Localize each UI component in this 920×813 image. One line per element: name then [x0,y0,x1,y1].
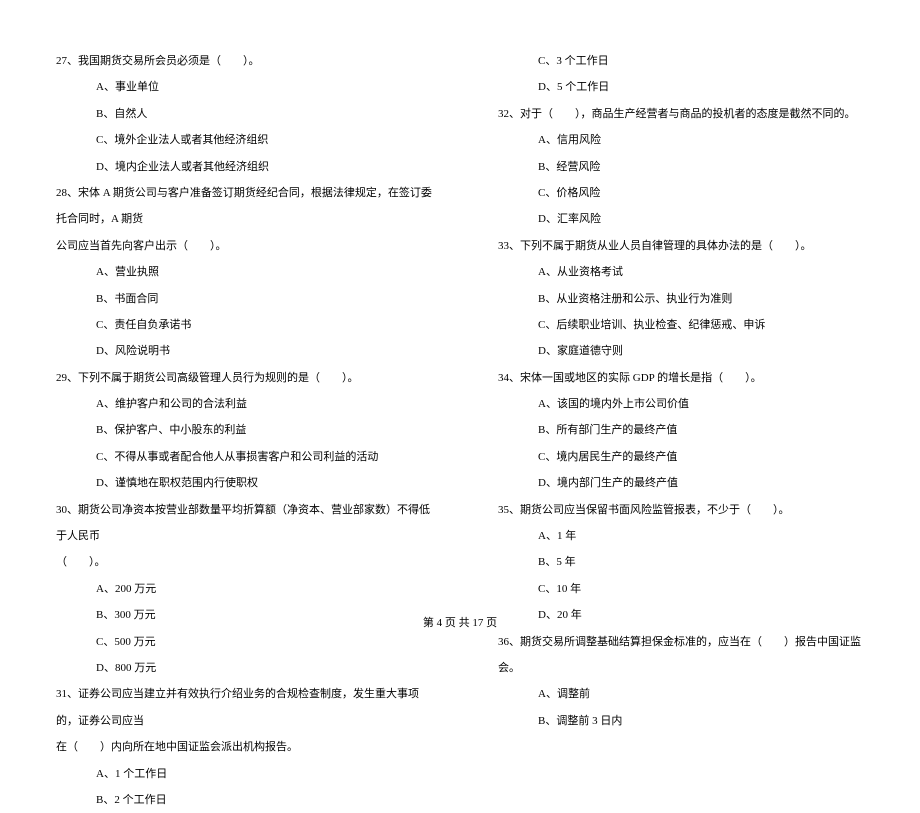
answer-option: B、从业资格注册和公示、执业行为准则 [498,286,880,312]
answer-option: A、调整前 [498,681,880,707]
answer-option: A、信用风险 [498,127,880,153]
question-text: 36、期货交易所调整基础结算担保金标准的，应当在（ ）报告中国证监会。 [498,629,880,682]
answer-option: B、保护客户、中小股东的利益 [56,417,438,443]
answer-option: C、不得从事或者配合他人从事损害客户和公司利益的活动 [56,444,438,470]
answer-option: A、1 年 [498,523,880,549]
answer-option: C、3 个工作日 [498,48,880,74]
answer-option: A、200 万元 [56,576,438,602]
answer-option: B、5 年 [498,549,880,575]
answer-option: A、事业单位 [56,74,438,100]
answer-option: A、从业资格考试 [498,259,880,285]
answer-option: D、境内部门生产的最终产值 [498,470,880,496]
question-text: 29、下列不属于期货公司高级管理人员行为规则的是（ ）。 [56,365,438,391]
answer-option: B、自然人 [56,101,438,127]
page-footer: 第 4 页 共 17 页 [0,614,920,630]
answer-option: D、谨慎地在职权范围内行使职权 [56,470,438,496]
answer-option: C、境外企业法人或者其他经济组织 [56,127,438,153]
question-continuation: 在（ ）内向所在地中国证监会派出机构报告。 [56,734,438,760]
answer-option: C、500 万元 [56,629,438,655]
question-text: 34、宋体一国或地区的实际 GDP 的增长是指（ ）。 [498,365,880,391]
answer-option: A、维护客户和公司的合法利益 [56,391,438,417]
answer-option: C、10 年 [498,576,880,602]
question-text: 32、对于（ ），商品生产经营者与商品的投机者的态度是截然不同的。 [498,101,880,127]
answer-option: C、责任自负承诺书 [56,312,438,338]
answer-option: B、书面合同 [56,286,438,312]
answer-option: A、该国的境内外上市公司价值 [498,391,880,417]
question-continuation: （ ）。 [56,549,438,575]
answer-option: C、价格风险 [498,180,880,206]
exam-content: 27、我国期货交易所会员必须是（ ）。A、事业单位B、自然人C、境外企业法人或者… [56,48,880,813]
answer-option: B、2 个工作日 [56,787,438,813]
answer-option: D、5 个工作日 [498,74,880,100]
answer-option: B、调整前 3 日内 [498,708,880,734]
question-text: 30、期货公司净资本按营业部数量平均折算额（净资本、营业部家数）不得低于人民币 [56,497,438,550]
left-column: 27、我国期货交易所会员必须是（ ）。A、事业单位B、自然人C、境外企业法人或者… [56,48,438,813]
question-text: 31、证券公司应当建立并有效执行介绍业务的合规检查制度，发生重大事项的，证券公司… [56,681,438,734]
answer-option: C、后续职业培训、执业检查、纪律惩戒、申诉 [498,312,880,338]
answer-option: D、境内企业法人或者其他经济组织 [56,154,438,180]
right-column: C、3 个工作日D、5 个工作日32、对于（ ），商品生产经营者与商品的投机者的… [498,48,880,813]
answer-option: C、境内居民生产的最终产值 [498,444,880,470]
answer-option: A、营业执照 [56,259,438,285]
answer-option: A、1 个工作日 [56,761,438,787]
answer-option: B、经营风险 [498,154,880,180]
answer-option: D、汇率风险 [498,206,880,232]
answer-option: D、家庭道德守则 [498,338,880,364]
answer-option: D、800 万元 [56,655,438,681]
question-text: 27、我国期货交易所会员必须是（ ）。 [56,48,438,74]
question-text: 33、下列不属于期货从业人员自律管理的具体办法的是（ ）。 [498,233,880,259]
question-text: 35、期货公司应当保留书面风险监管报表，不少于（ ）。 [498,497,880,523]
question-continuation: 公司应当首先向客户出示（ ）。 [56,233,438,259]
question-text: 28、宋体 A 期货公司与客户准备签订期货经纪合同，根据法律规定，在签订委托合同… [56,180,438,233]
answer-option: D、风险说明书 [56,338,438,364]
answer-option: B、所有部门生产的最终产值 [498,417,880,443]
